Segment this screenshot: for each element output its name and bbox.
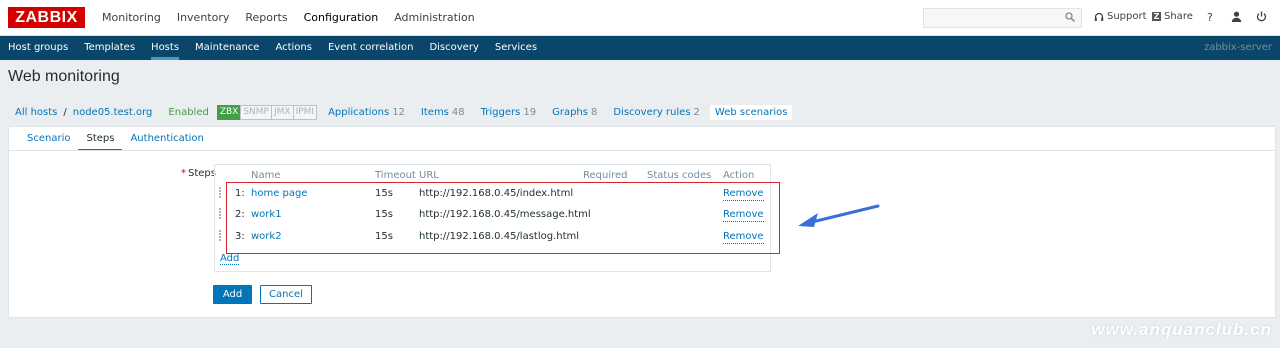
headset-icon bbox=[1094, 12, 1104, 21]
host-nav-graphs-label: Graphs bbox=[552, 106, 588, 118]
page-title: Web monitoring bbox=[8, 68, 120, 85]
menu-configuration[interactable]: Configuration bbox=[296, 0, 387, 36]
host-nav-discovery-rules[interactable]: Discovery rules 2 bbox=[613, 107, 700, 118]
drag-handle-icon[interactable] bbox=[219, 208, 225, 222]
subnav-event-correlation[interactable]: Event correlation bbox=[320, 36, 421, 60]
profile-button[interactable] bbox=[1231, 11, 1242, 22]
host-nav-web-scenarios[interactable]: Web scenarios bbox=[709, 104, 793, 120]
user-icon bbox=[1231, 11, 1242, 22]
snmp-availability-badge: SNMP bbox=[240, 104, 272, 120]
column-timeout: Timeout bbox=[375, 170, 416, 181]
support-label: Support bbox=[1107, 11, 1147, 22]
zabbix-logo[interactable]: ZABBIX bbox=[8, 7, 85, 28]
subnav-services[interactable]: Services bbox=[487, 36, 545, 60]
host-nav-items-label: Items bbox=[420, 106, 449, 118]
steps-label-text: Steps bbox=[188, 168, 216, 179]
host-nav-applications-count: 12 bbox=[392, 106, 405, 118]
top-header: ZABBIX Monitoring Inventory Reports Conf… bbox=[0, 0, 1280, 36]
watermark-text: www.anquanclub.cn bbox=[1091, 320, 1272, 339]
host-nav-triggers-count: 19 bbox=[523, 106, 537, 118]
subnav-actions[interactable]: Actions bbox=[267, 36, 320, 60]
host-nav-items[interactable]: Items 48 bbox=[421, 107, 465, 118]
cancel-button[interactable]: Cancel bbox=[260, 285, 312, 304]
host-nav-graphs[interactable]: Graphs 8 bbox=[552, 107, 597, 118]
menu-inventory[interactable]: Inventory bbox=[169, 0, 238, 36]
jmx-availability-badge: JMX bbox=[270, 104, 294, 120]
required-mark: * bbox=[181, 168, 186, 179]
host-nav-discovery-rules-count: 2 bbox=[693, 106, 700, 118]
breadcrumb-host[interactable]: node05.test.org bbox=[73, 107, 153, 118]
steps-field-label: * Steps bbox=[181, 168, 216, 179]
ipmi-availability-badge: IPMI bbox=[292, 104, 318, 120]
support-link[interactable]: Support bbox=[1094, 11, 1147, 22]
share-z-icon: Z bbox=[1152, 12, 1161, 21]
tab-authentication[interactable]: Authentication bbox=[122, 127, 211, 151]
host-status-badge[interactable]: Enabled bbox=[168, 107, 208, 118]
tab-scenario[interactable]: Scenario bbox=[19, 127, 78, 151]
search-input[interactable] bbox=[923, 8, 1082, 28]
drag-handle-icon[interactable] bbox=[219, 230, 225, 244]
menu-reports[interactable]: Reports bbox=[237, 0, 295, 36]
host-nav-items-count: 48 bbox=[451, 106, 465, 118]
host-nav-graphs-count: 8 bbox=[590, 106, 598, 118]
breadcrumb: All hosts / node05.test.org Enabled ZBX … bbox=[15, 104, 793, 120]
column-url: URL bbox=[419, 170, 439, 181]
subnav-discovery[interactable]: Discovery bbox=[421, 36, 486, 60]
form-tabs: Scenario Steps Authentication bbox=[19, 127, 212, 151]
menu-monitoring[interactable]: Monitoring bbox=[94, 0, 169, 36]
subnav-maintenance[interactable]: Maintenance bbox=[187, 36, 267, 60]
column-status-codes: Status codes bbox=[647, 170, 712, 181]
help-icon: ? bbox=[1207, 11, 1213, 24]
server-name: zabbix-server bbox=[1203, 42, 1272, 53]
subnav-host-groups[interactable]: Host groups bbox=[0, 36, 76, 60]
add-button[interactable]: Add bbox=[213, 285, 252, 304]
tab-divider bbox=[9, 150, 1275, 151]
column-name: Name bbox=[251, 170, 281, 181]
power-icon bbox=[1256, 11, 1267, 22]
host-nav-applications[interactable]: Applications 12 bbox=[328, 107, 405, 118]
top-menu: Monitoring Inventory Reports Configurati… bbox=[94, 0, 483, 36]
menu-administration[interactable]: Administration bbox=[386, 0, 483, 36]
add-step-link[interactable]: Add bbox=[220, 253, 240, 265]
help-button[interactable]: ? bbox=[1207, 11, 1213, 24]
host-nav-triggers-label: Triggers bbox=[480, 106, 521, 118]
breadcrumb-separator: / bbox=[63, 106, 67, 118]
drag-handle-icon[interactable] bbox=[219, 187, 225, 201]
tab-steps[interactable]: Steps bbox=[78, 127, 123, 151]
host-nav-triggers[interactable]: Triggers 19 bbox=[481, 107, 536, 118]
subnav-hosts[interactable]: Hosts bbox=[143, 36, 187, 60]
search-icon[interactable] bbox=[1065, 12, 1075, 22]
sub-navigation: Host groups Templates Hosts Maintenance … bbox=[0, 36, 1280, 60]
annotation-highlight-box bbox=[226, 182, 780, 254]
annotation-arrow-icon bbox=[798, 204, 880, 227]
column-required: Required bbox=[583, 170, 628, 181]
share-label: Share bbox=[1164, 11, 1193, 22]
share-link[interactable]: Z Share bbox=[1152, 11, 1193, 22]
subnav-templates[interactable]: Templates bbox=[76, 36, 143, 60]
zbx-availability-badge: ZBX bbox=[216, 104, 242, 120]
host-nav-applications-label: Applications bbox=[328, 106, 390, 118]
column-action: Action bbox=[723, 170, 755, 181]
breadcrumb-all-hosts[interactable]: All hosts bbox=[15, 107, 57, 118]
availability-badges: ZBX SNMP JMX IPMI bbox=[216, 104, 318, 120]
signout-button[interactable] bbox=[1256, 11, 1267, 22]
host-nav-discovery-rules-label: Discovery rules bbox=[613, 106, 691, 118]
